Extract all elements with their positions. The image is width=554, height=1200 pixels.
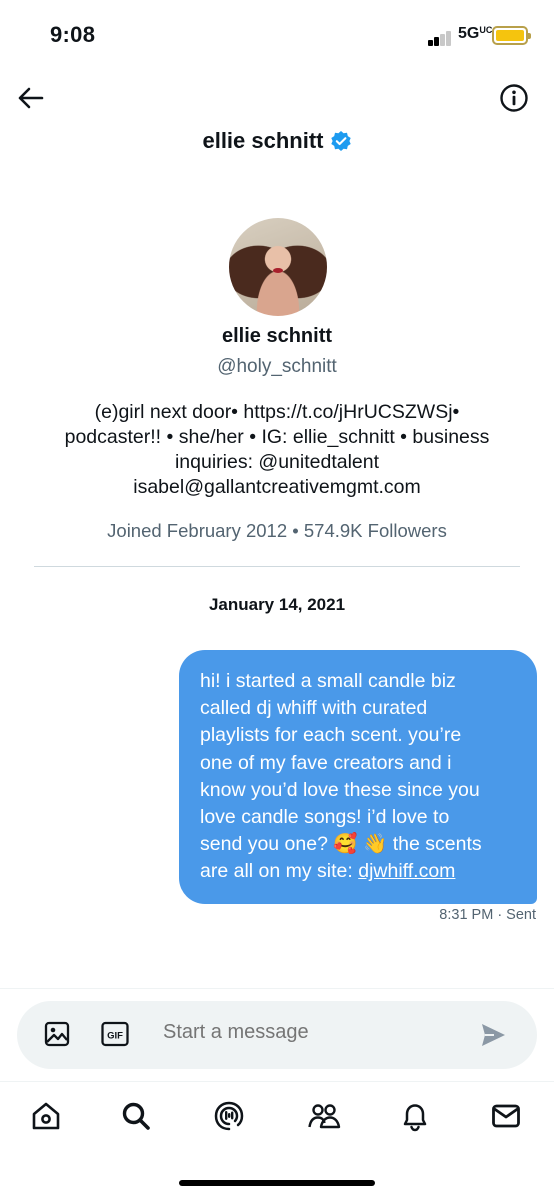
message-time: 8:31 PM <box>439 907 494 923</box>
message-link[interactable]: djwhiff.com <box>358 860 455 882</box>
bio-line: isabel@gallantcreativemgmt.com <box>133 476 421 498</box>
signal-strength-icon <box>428 30 454 46</box>
nav-messages[interactable] <box>488 1098 524 1134</box>
divider <box>34 566 520 567</box>
nav-search[interactable] <box>118 1098 154 1134</box>
message-status: · Sent <box>497 907 536 923</box>
search-icon <box>122 1102 150 1130</box>
back-arrow-icon <box>18 87 44 109</box>
message-composer: GIF <box>17 1001 537 1069</box>
envelope-icon <box>492 1104 520 1128</box>
message-meta: 8:31 PM · Sent <box>439 907 536 923</box>
message-line: playlists for each scent. you’re <box>200 724 462 747</box>
add-gif-button[interactable]: GIF <box>100 1019 130 1049</box>
status-bar: 9:08 5GUC <box>0 0 554 70</box>
bio-line: (e)girl next door• https://t.co/jHrUCSZW… <box>94 401 460 423</box>
bio-line: podcaster!! • she/her • IG: ellie_schnit… <box>64 426 490 448</box>
svg-text:GIF: GIF <box>107 1031 123 1042</box>
message-input[interactable] <box>163 1021 463 1044</box>
message-line: send you one? 🥰 👋 the scents <box>200 833 482 856</box>
send-button[interactable] <box>477 1019 509 1051</box>
spaces-icon <box>214 1101 244 1131</box>
header-name: ellie schnitt <box>202 128 324 153</box>
back-button[interactable] <box>10 78 50 118</box>
nav-home[interactable] <box>28 1098 64 1134</box>
home-icon <box>32 1102 60 1130</box>
message-line: know you’d love these since you <box>200 778 480 801</box>
home-indicator[interactable] <box>179 1180 375 1186</box>
message-line: love candle songs! i’d love to <box>200 806 450 829</box>
battery-icon <box>492 26 531 45</box>
nav-divider <box>0 1081 554 1082</box>
profile-avatar[interactable] <box>229 218 327 316</box>
profile-handle[interactable]: @holy_schnitt <box>0 356 554 378</box>
profile-name[interactable]: ellie schnitt <box>0 325 554 348</box>
message-line: hi! i started a small candle biz <box>200 670 456 692</box>
gif-icon: GIF <box>101 1021 129 1047</box>
message-line: are all on my site: djwhiff.com <box>200 860 456 883</box>
send-icon <box>482 1024 505 1046</box>
info-icon <box>500 84 528 112</box>
network-type: 5GUC <box>458 25 493 42</box>
sent-message-bubble[interactable]: hi! i started a small candle biz called … <box>179 650 537 904</box>
message-line: one of my fave creators and i <box>200 751 452 774</box>
communities-icon <box>308 1104 341 1129</box>
nav-notifications[interactable] <box>397 1098 433 1134</box>
add-image-button[interactable] <box>42 1019 72 1049</box>
composer-divider <box>0 988 554 989</box>
bell-icon <box>403 1104 427 1132</box>
message-date: January 14, 2021 <box>208 595 346 614</box>
nav-communities[interactable] <box>306 1098 342 1134</box>
message-line: called dj whiff with curated <box>200 697 428 720</box>
profile-bio: (e)girl next door• https://t.co/jHrUCSZW… <box>30 400 524 500</box>
conversation-info-button[interactable] <box>494 78 534 118</box>
bio-line: inquiries: @unitedtalent <box>174 451 380 473</box>
nav-spaces[interactable] <box>211 1098 247 1134</box>
conversation-title: ellie schnitt <box>0 128 554 154</box>
verified-badge-icon <box>330 131 351 151</box>
image-icon <box>44 1021 70 1047</box>
joined-followers-info: Joined February 2012 • 574.9K Followers <box>107 520 447 541</box>
status-time: 9:08 <box>50 22 96 47</box>
